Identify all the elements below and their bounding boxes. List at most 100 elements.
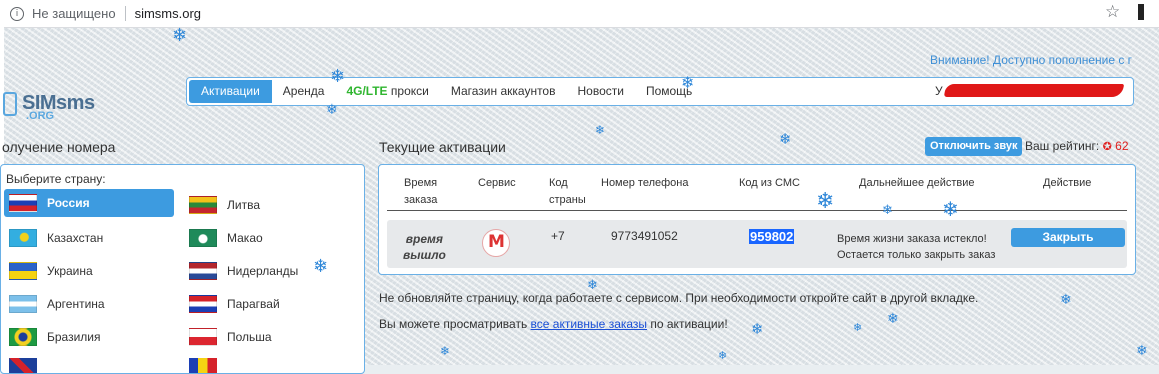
gmail-letter: M xyxy=(488,232,505,252)
redaction-mark xyxy=(943,84,1125,97)
header-text: заказа xyxy=(404,194,438,206)
header-text: Код xyxy=(549,177,568,189)
logo-org: .ORG xyxy=(26,110,55,122)
snowflake-icon: ❄ xyxy=(440,344,451,358)
snowflake-icon: ❄ xyxy=(751,320,764,338)
separator xyxy=(124,6,126,21)
disable-sound-button[interactable]: Отключить звук xyxy=(925,137,1023,156)
col-header-time: Время заказа xyxy=(404,175,437,209)
col-header-action: Действие xyxy=(1043,177,1092,189)
country-ukraine[interactable]: Украина xyxy=(4,257,174,285)
country-lithuania[interactable]: Литва xyxy=(184,191,354,219)
nav-rent[interactable]: Аренда xyxy=(272,78,336,105)
country-paraguay[interactable]: Парагвай xyxy=(184,290,354,318)
active-orders-link[interactable]: все активные заказы xyxy=(531,317,648,331)
left-heading: олучение номера xyxy=(2,139,116,155)
flag-icon-partial xyxy=(189,358,217,373)
country-name: Литва xyxy=(227,198,260,212)
snowflake-icon: ❄ xyxy=(882,203,893,218)
snowflake-icon: ❄ xyxy=(681,73,695,92)
next-line: Время жизни заказа истекло! xyxy=(837,233,987,245)
rating-icon: ✪ xyxy=(1102,140,1112,153)
country-kazakhstan[interactable]: Казахстан xyxy=(4,224,174,252)
info-icon[interactable]: i xyxy=(10,6,24,21)
flag-icon-partial xyxy=(9,358,37,373)
snowflake-icon: ❄ xyxy=(172,25,188,46)
col-header-phone: Номер телефона xyxy=(601,177,689,189)
country-name: Украина xyxy=(47,264,93,278)
snowflake-icon: ❄ xyxy=(718,349,728,362)
country-name: Россия xyxy=(47,196,90,210)
phone-number[interactable]: 9773491052 xyxy=(611,229,678,243)
close-order-button[interactable]: Закрыть xyxy=(1011,228,1125,247)
flag-icon-kazakhstan xyxy=(9,229,37,247)
country-brazil[interactable]: Бразилия xyxy=(4,323,174,351)
address-bar[interactable]: i Не защищено simsms.org ☆ xyxy=(0,0,1159,28)
url-text[interactable]: simsms.org xyxy=(135,6,201,21)
status-text: вышло xyxy=(403,248,446,262)
country-name: Макао xyxy=(227,231,263,245)
nav-activations[interactable]: Активации xyxy=(189,80,272,103)
activations-table: Время заказа Сервис Код страны Номер телеф… xyxy=(378,164,1136,275)
choose-country-label: Выберите страну: xyxy=(6,172,106,186)
col-header-country-code: Код страны xyxy=(549,175,586,209)
sms-code[interactable]: 959802 xyxy=(749,229,795,244)
country-poland[interactable]: Польша xyxy=(184,323,354,351)
country-argentina[interactable]: Аргентина xyxy=(4,290,174,318)
menu-icon[interactable] xyxy=(1138,4,1144,20)
nav-accounts-shop[interactable]: Магазин аккаунтов xyxy=(440,78,567,105)
flag-icon-paraguay xyxy=(189,295,217,313)
nav-proxy-label: прокси xyxy=(387,84,429,98)
snowflake-icon: ❄ xyxy=(330,66,346,87)
col-header-sms-code: Код из СМС xyxy=(739,177,800,189)
flag-icon-poland xyxy=(189,328,217,346)
country-netherlands[interactable]: Нидерланды xyxy=(184,257,354,285)
next-action-text: Время жизни заказа истекло! Остается толь… xyxy=(837,231,995,263)
info-active-orders: Вы можете просматривать все активные зак… xyxy=(379,317,728,331)
snowflake-icon: ❄ xyxy=(942,197,959,221)
info-no-refresh: Не обновляйте страницу, когда работаете … xyxy=(379,291,979,305)
country-name: Аргентина xyxy=(47,297,105,311)
status-text: время xyxy=(405,232,443,246)
header-text: страны xyxy=(549,194,586,206)
nav-news[interactable]: Новости xyxy=(566,78,634,105)
country-macao[interactable]: Макао xyxy=(184,224,354,252)
flag-icon-argentina xyxy=(9,295,37,313)
country-code: +7 xyxy=(551,229,565,243)
nav-proxy-prefix: 4G/LTE xyxy=(346,84,388,98)
snowflake-icon: ❄ xyxy=(816,189,835,214)
info-text: по активации! xyxy=(647,317,728,331)
snowflake-icon: ❄ xyxy=(887,311,899,327)
info-text: Вы можете просматривать xyxy=(379,317,531,331)
star-icon[interactable]: ☆ xyxy=(1105,2,1120,22)
snowflake-icon: ❄ xyxy=(1060,292,1072,308)
country-name: Казахстан xyxy=(47,231,104,245)
country-name: Парагвай xyxy=(227,297,280,311)
table-row: время вышло M +7 9773491052 959802 Время … xyxy=(387,220,1127,268)
col-header-next-action: Дальнейшее действие xyxy=(859,177,975,189)
rating-label: Ваш рейтинг: xyxy=(1025,139,1100,153)
rating-value: 62 xyxy=(1115,139,1129,153)
country-name: Польша xyxy=(227,330,272,344)
col-header-service: Сервис xyxy=(478,177,516,189)
country-name: Нидерланды xyxy=(227,264,299,278)
security-label: Не защищено xyxy=(32,6,116,21)
flag-icon-lithuania xyxy=(189,196,217,214)
country-panel: Выберите страну: Россия Литва Казахстан … xyxy=(0,164,365,374)
nav-proxy[interactable]: 4G/LTE прокси xyxy=(335,78,439,105)
flag-icon-netherlands xyxy=(189,262,217,280)
snowflake-icon: ❄ xyxy=(853,321,863,334)
gmail-icon: M xyxy=(482,229,510,257)
next-line: Остается только закрыть заказ xyxy=(837,249,996,261)
activations-heading: Текущие активации xyxy=(379,139,506,155)
country-name: Бразилия xyxy=(47,330,101,344)
header-divider xyxy=(387,210,1127,211)
top-notice[interactable]: Внимание! Доступно пополнение с г xyxy=(930,53,1132,67)
user-initial[interactable]: У xyxy=(935,78,943,105)
rating: Ваш рейтинг: ✪ 62 xyxy=(1025,139,1129,153)
order-status: время вышло xyxy=(403,231,446,263)
flag-icon-russia xyxy=(9,194,37,212)
country-russia[interactable]: Россия xyxy=(4,189,174,217)
flag-icon-brazil xyxy=(9,328,37,346)
snowflake-icon: ❄ xyxy=(779,130,792,148)
